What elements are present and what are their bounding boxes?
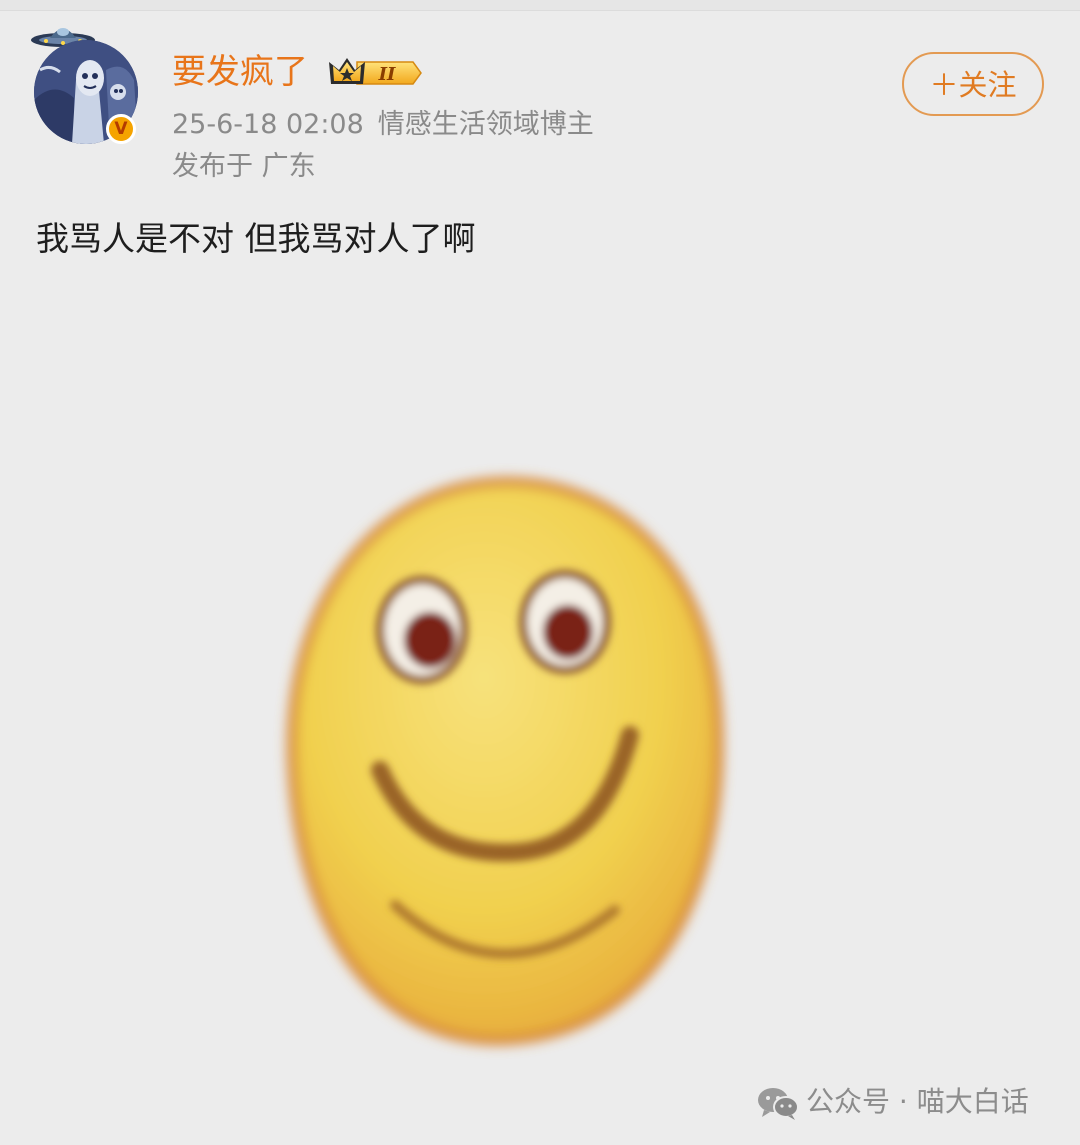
smiley-face-icon bbox=[286, 476, 724, 1046]
top-divider bbox=[0, 0, 1080, 11]
author-category: 情感生活领域博主 bbox=[377, 109, 594, 140]
badge-level-text: II bbox=[378, 64, 396, 85]
author-name[interactable]: 要发疯了 bbox=[172, 50, 308, 94]
crown-level-badge[interactable]: II bbox=[327, 54, 423, 92]
watermark-text: 公众号 · 喵大白话 bbox=[806, 1085, 1029, 1118]
watermark: 公众号 · 喵大白话 bbox=[756, 1082, 1029, 1122]
wechat-icon bbox=[758, 1088, 799, 1120]
post-meta: 25-6-18 02:08 情感生活领域博主 bbox=[172, 106, 594, 144]
post-timestamp: 25-6-18 02:08 bbox=[172, 109, 364, 140]
author-avatar-group[interactable]: V bbox=[28, 18, 146, 146]
post-location: 发布于 广东 bbox=[172, 151, 316, 182]
verified-badge: V bbox=[106, 114, 136, 144]
post-image[interactable] bbox=[270, 460, 740, 1060]
post-body-text: 我骂人是不对 但我骂对人了啊 bbox=[36, 219, 476, 258]
follow-button[interactable]: ＋关注 bbox=[902, 52, 1044, 116]
